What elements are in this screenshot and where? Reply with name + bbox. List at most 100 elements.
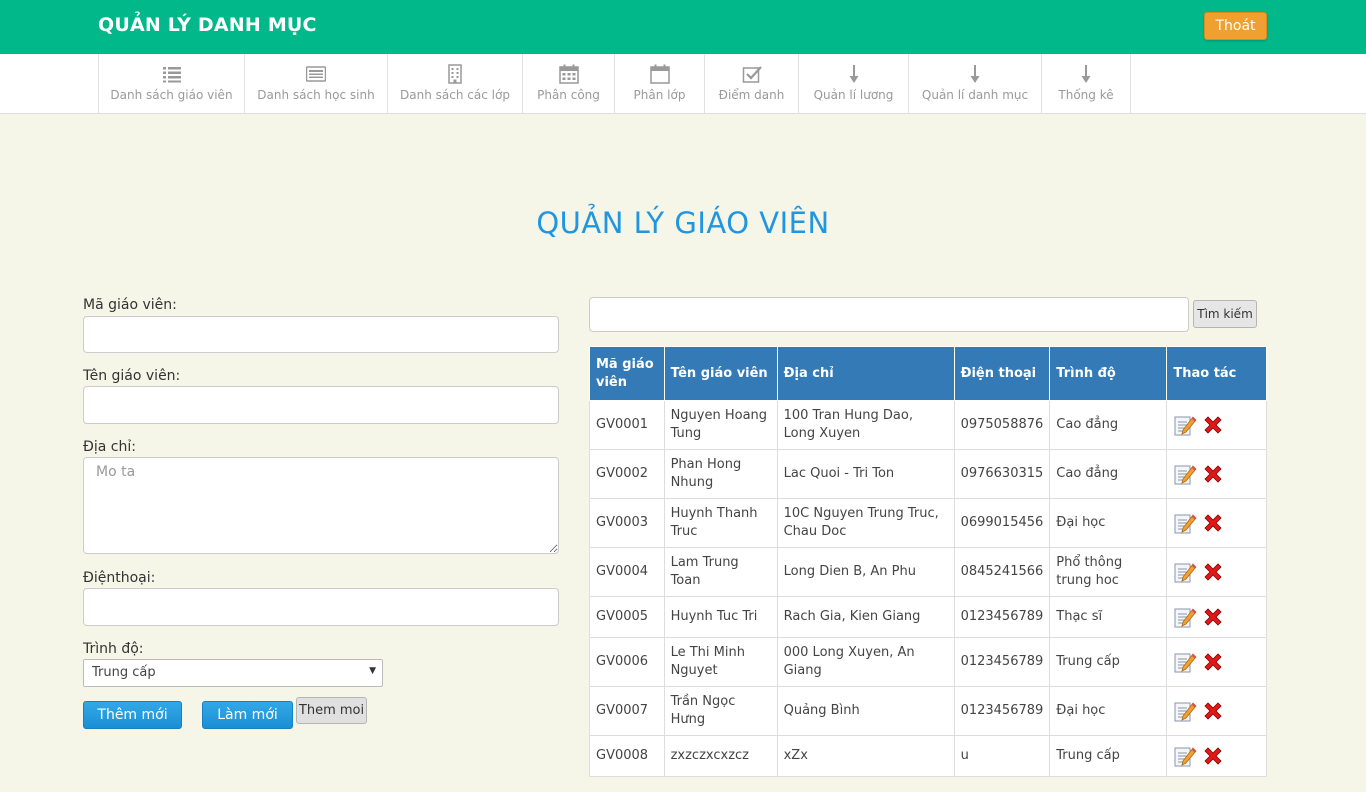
nav-item-class-assign[interactable]: Phân lớp	[614, 54, 704, 113]
phone-label: Điệnthoại:	[83, 570, 156, 586]
level-select[interactable]: Trung cấp ▼	[83, 659, 383, 687]
edit-icon[interactable]	[1173, 605, 1197, 629]
calendar-icon	[558, 64, 579, 84]
nav-item-category[interactable]: Quản lí danh mục	[908, 54, 1041, 113]
edit-icon[interactable]	[1173, 699, 1197, 723]
cell-level: Đại học	[1049, 686, 1168, 736]
delete-icon[interactable]	[1201, 462, 1225, 486]
cell-actions	[1166, 637, 1267, 687]
nav-label: Phân lớp	[633, 88, 686, 102]
level-label: Trình độ:	[83, 641, 144, 657]
cell-level: Đại học	[1049, 498, 1168, 548]
cell-phone: 0123456789	[953, 637, 1051, 687]
nav-label: Danh sách các lớp	[400, 88, 510, 102]
cell-name: Phan Hong Nhung	[663, 449, 778, 499]
reset-button[interactable]: Làm mới	[202, 701, 293, 729]
edit-icon[interactable]	[1173, 462, 1197, 486]
cell-actions	[1166, 400, 1267, 450]
nav-item-statistics[interactable]: Thống kê	[1041, 54, 1131, 113]
cell-name: Trần Ngọc Hưng	[663, 686, 778, 736]
add-button[interactable]: Thêm mới	[83, 701, 182, 729]
delete-icon[interactable]	[1201, 413, 1225, 437]
table-row: GV0005 Huynh Tuc Tri Rach Gia, Kien Giang 0…	[589, 596, 1267, 638]
cell-name: Huynh Thanh Truc	[663, 498, 778, 548]
delete-icon[interactable]	[1201, 744, 1225, 768]
search-input[interactable]	[589, 297, 1189, 332]
delete-icon[interactable]	[1201, 511, 1225, 535]
nav-item-salary[interactable]: Quản lí lương	[798, 54, 908, 113]
arrow-down-icon	[849, 65, 858, 83]
column-header-actions: Thao tác	[1166, 346, 1267, 401]
check-square-icon	[742, 66, 762, 83]
cell-actions	[1166, 547, 1267, 597]
cell-level: Trung cấp	[1049, 637, 1168, 687]
address-label: Địa chỉ:	[83, 439, 136, 455]
cell-level: Thạc sĩ	[1049, 596, 1168, 638]
delete-icon[interactable]	[1201, 650, 1225, 674]
cell-actions	[1166, 686, 1267, 736]
delete-icon[interactable]	[1201, 560, 1225, 584]
edit-icon[interactable]	[1173, 744, 1197, 768]
table-row: GV0008 zxzczxcxzcz xZx u Trung cấp	[589, 735, 1267, 777]
nav-item-student-list[interactable]: Danh sách học sinh	[244, 54, 387, 113]
column-header-phone: Điện thoại	[953, 346, 1051, 401]
cell-phone: u	[953, 735, 1051, 777]
delete-icon[interactable]	[1201, 699, 1225, 723]
cell-phone: 0699015456	[953, 498, 1051, 548]
cell-address: xZx	[776, 735, 955, 777]
nav-item-teacher-list[interactable]: Danh sách giáo viên	[98, 54, 244, 113]
cell-id: GV0004	[589, 547, 665, 597]
cell-address: Lac Quoi - Tri Ton	[776, 449, 955, 499]
column-header-level: Trình độ	[1049, 346, 1168, 401]
edit-icon[interactable]	[1173, 413, 1197, 437]
address-textarea[interactable]	[83, 457, 559, 554]
table-row: GV0002 Phan Hong Nhung Lac Quoi - Tri Ton 0…	[589, 449, 1267, 499]
cell-id: GV0007	[589, 686, 665, 736]
phone-input[interactable]	[83, 588, 559, 626]
building-icon	[448, 64, 462, 84]
teacher-name-input[interactable]	[83, 386, 559, 424]
nav-item-class-list[interactable]: Danh sách các lớp	[387, 54, 522, 113]
edit-icon[interactable]	[1173, 650, 1197, 674]
teacher-id-input[interactable]	[83, 316, 559, 353]
search-button[interactable]: Tìm kiếm	[1193, 300, 1257, 328]
nav-label: Quản lí lương	[813, 88, 894, 102]
list-icon	[162, 67, 181, 83]
id-card-icon	[306, 66, 326, 82]
delete-icon[interactable]	[1201, 605, 1225, 629]
cell-level: Trung cấp	[1049, 735, 1168, 777]
edit-icon[interactable]	[1173, 511, 1197, 535]
cell-level: Phổ thông trung hoc	[1049, 547, 1168, 597]
cell-level: Cao đẳng	[1049, 449, 1168, 499]
add-new-plain-button[interactable]: Them moi	[296, 697, 367, 724]
cell-name: Huynh Tuc Tri	[663, 596, 778, 638]
cell-phone: 0976630315	[953, 449, 1051, 499]
cell-name: zxzczxcxzcz	[663, 735, 778, 777]
cell-phone: 0845241566	[953, 547, 1051, 597]
nav-label: Danh sách giáo viên	[110, 88, 233, 102]
cell-name: Nguyen Hoang Tung	[663, 400, 778, 450]
table-row: GV0007 Trần Ngọc Hưng Quảng Bình 0123456789…	[589, 686, 1267, 736]
logout-button[interactable]: Thoát	[1204, 12, 1267, 40]
page-title: QUẢN LÝ GIÁO VIÊN	[536, 206, 830, 240]
cell-actions	[1166, 449, 1267, 499]
arrow-down-icon	[1081, 65, 1091, 83]
nav-item-attendance[interactable]: Điểm danh	[704, 54, 798, 113]
cell-id: GV0006	[589, 637, 665, 687]
teacher-table: Mã giáo viên Tên giáo viên Địa chỉ Điện …	[589, 346, 1267, 777]
arrow-down-icon	[970, 65, 980, 83]
edit-icon[interactable]	[1173, 560, 1197, 584]
column-header-address: Địa chỉ	[776, 346, 955, 401]
nav-label: Quản lí danh mục	[921, 88, 1029, 102]
nav-label: Thống kê	[1058, 88, 1114, 102]
table-header-row: Mã giáo viên Tên giáo viên Địa chỉ Điện …	[589, 346, 1267, 401]
top-bar: QUẢN LÝ DANH MỤC Thoát	[0, 0, 1366, 54]
table-row: GV0001 Nguyen Hoang Tung 100 Tran Hung Dao…	[589, 400, 1267, 450]
nav-label: Phân công	[537, 88, 600, 102]
nav-label: Điểm danh	[718, 88, 785, 102]
cell-id: GV0001	[589, 400, 665, 450]
cell-address: Rach Gia, Kien Giang	[776, 596, 955, 638]
nav-item-assignment[interactable]: Phân công	[522, 54, 614, 113]
cell-id: GV0005	[589, 596, 665, 638]
calendar-blank-icon	[649, 64, 670, 84]
